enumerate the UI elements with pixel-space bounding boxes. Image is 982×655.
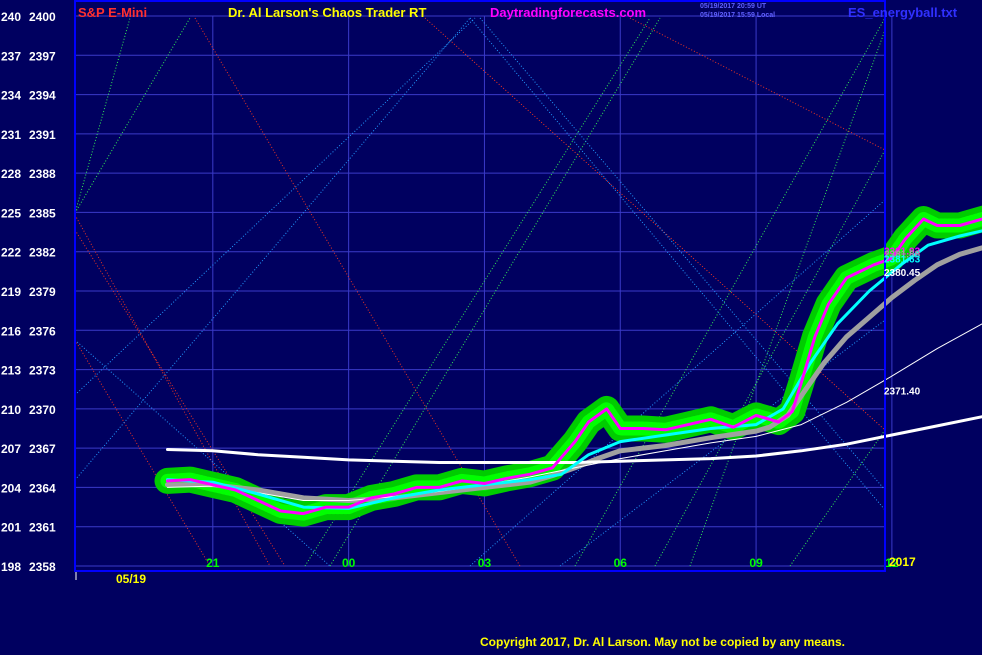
y-tick-label-left: 198 — [1, 560, 21, 574]
timestamp-utc: 05/19/2017 20:59 UT — [700, 3, 767, 10]
y-tick-label-right: 2388 — [29, 167, 56, 181]
x-tick-label: 06 — [614, 556, 628, 570]
y-tick-label-right: 2382 — [29, 246, 56, 260]
x-tick-label: 21 — [206, 556, 220, 570]
y-tick-label-left: 201 — [1, 521, 21, 535]
y-tick-label-right: 2361 — [29, 521, 56, 535]
y-tick-label-left: 219 — [1, 285, 21, 299]
y-tick-label-right: 2379 — [29, 285, 56, 299]
y-tick-label-left: 237 — [1, 49, 21, 63]
price-chart: 240 2400 237 2397 234 2394 231 2391 228 2388 225 23… — [0, 0, 982, 650]
date-label: 05/19 — [116, 572, 146, 586]
y-tick-label-right: 2376 — [29, 324, 56, 338]
y-tick-label-left: 216 — [1, 324, 21, 338]
chart-window: 240 2400 237 2397 234 2394 231 2391 228 2388 225 23… — [0, 0, 982, 650]
y-tick-label-right: 2370 — [29, 403, 56, 417]
data-file-label: ES_energyball.txt — [848, 5, 958, 20]
y-tick-label-right: 2385 — [29, 206, 56, 220]
y-tick-label-right: 2394 — [29, 89, 56, 103]
price-label: 2381.63 — [884, 255, 921, 266]
chart-title: Dr. Al Larson's Chaos Trader RT — [228, 5, 426, 20]
y-tick-label-right: 2364 — [29, 481, 56, 495]
x-tick-label: 03 — [478, 556, 492, 570]
y-tick-label-right: 2400 — [29, 10, 56, 24]
y-tick-label-left: 228 — [1, 167, 21, 181]
copyright-notice: Copyright 2017, Dr. Al Larson. May not b… — [480, 635, 845, 649]
chart-background — [0, 0, 982, 650]
y-tick-label-left: 225 — [1, 206, 21, 220]
y-tick-label-left: 207 — [1, 442, 21, 456]
y-axis: 240 2400 237 2397 234 2394 231 2391 228 2388 225 23… — [1, 10, 56, 574]
y-tick-label-left: 234 — [1, 89, 21, 103]
timestamp-local: 05/19/2017 15:59 Local — [700, 12, 775, 19]
y-tick-label-right: 2358 — [29, 560, 56, 574]
x-tick-label: 00 — [342, 556, 356, 570]
y-tick-label-right: 2367 — [29, 442, 56, 456]
y-tick-label-left: 213 — [1, 364, 21, 378]
y-tick-label-right: 2373 — [29, 364, 56, 378]
x-tick-label: 09 — [749, 556, 763, 570]
website-label: Daytradingforecasts.com — [490, 5, 646, 20]
year-label: 2017 — [889, 555, 916, 569]
y-tick-label-left: 240 — [1, 10, 21, 24]
y-tick-label-left: 204 — [1, 481, 21, 495]
y-tick-label-right: 2391 — [29, 128, 56, 142]
y-tick-label-left: 231 — [1, 128, 21, 142]
y-tick-label-right: 2397 — [29, 49, 56, 63]
y-tick-label-left: 222 — [1, 246, 21, 260]
y-tick-label-left: 210 — [1, 403, 21, 417]
instrument-label: S&P E-Mini — [78, 5, 147, 20]
price-label: 2371.40 — [884, 387, 921, 398]
price-label: 2380.45 — [884, 268, 921, 279]
